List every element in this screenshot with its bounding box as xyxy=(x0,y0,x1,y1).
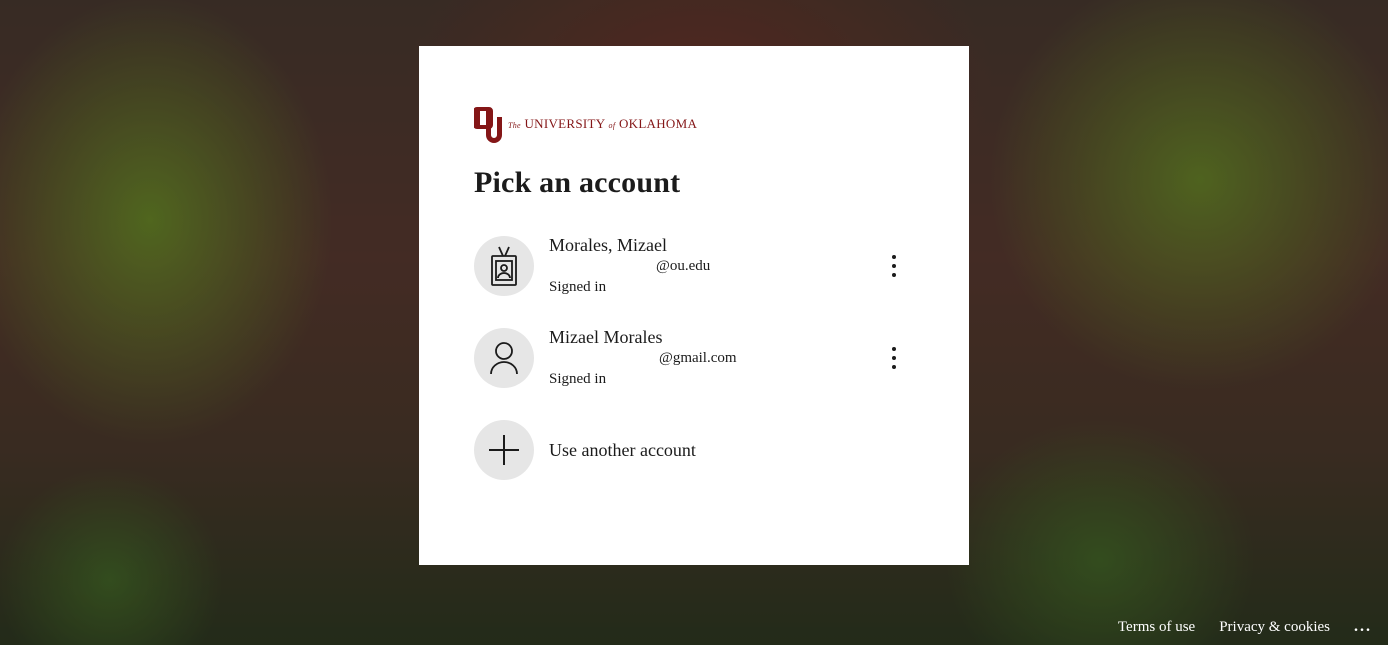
avatar xyxy=(474,420,534,480)
more-options-button[interactable]: ... xyxy=(1354,618,1372,636)
avatar xyxy=(474,328,534,388)
account-tile-gmail[interactable]: Mizael Morales @gmail.com Signed in xyxy=(474,312,914,404)
account-name: Mizael Morales xyxy=(549,327,663,347)
account-tile-ou[interactable]: Morales, Mizael @ou.edu Signed in xyxy=(474,220,914,312)
privacy-cookies-link[interactable]: Privacy & cookies xyxy=(1219,619,1330,636)
footer: Terms of use Privacy & cookies ... xyxy=(1118,618,1372,636)
account-email: @ou.edu xyxy=(656,258,711,274)
organization-name: The UNIVERSITY of OKLAHOMA xyxy=(508,116,698,131)
page-title: Pick an account xyxy=(474,166,681,199)
terms-of-use-link[interactable]: Terms of use xyxy=(1118,619,1195,636)
person-icon xyxy=(490,342,518,375)
badge-icon xyxy=(491,246,517,286)
account-options-button[interactable] xyxy=(880,340,908,376)
account-status: Signed in xyxy=(549,371,607,387)
account-options-button[interactable] xyxy=(880,248,908,284)
ou-monogram-icon xyxy=(474,107,502,143)
use-another-account-label: Use another account xyxy=(549,439,696,460)
account-name: Morales, Mizael xyxy=(549,235,667,255)
avatar xyxy=(474,236,534,296)
account-picker-card: The UNIVERSITY of OKLAHOMA Pick an accou… xyxy=(419,46,969,565)
more-vertical-icon xyxy=(892,255,896,277)
more-vertical-icon xyxy=(892,347,896,369)
organization-logo: The UNIVERSITY of OKLAHOMA xyxy=(474,104,914,144)
plus-icon xyxy=(489,435,519,465)
account-email: @gmail.com xyxy=(659,350,737,366)
account-status: Signed in xyxy=(549,279,607,295)
account-list: Morales, Mizael @ou.edu Signed in Mizael… xyxy=(474,220,914,496)
use-another-account-button[interactable]: Use another account xyxy=(474,404,914,496)
